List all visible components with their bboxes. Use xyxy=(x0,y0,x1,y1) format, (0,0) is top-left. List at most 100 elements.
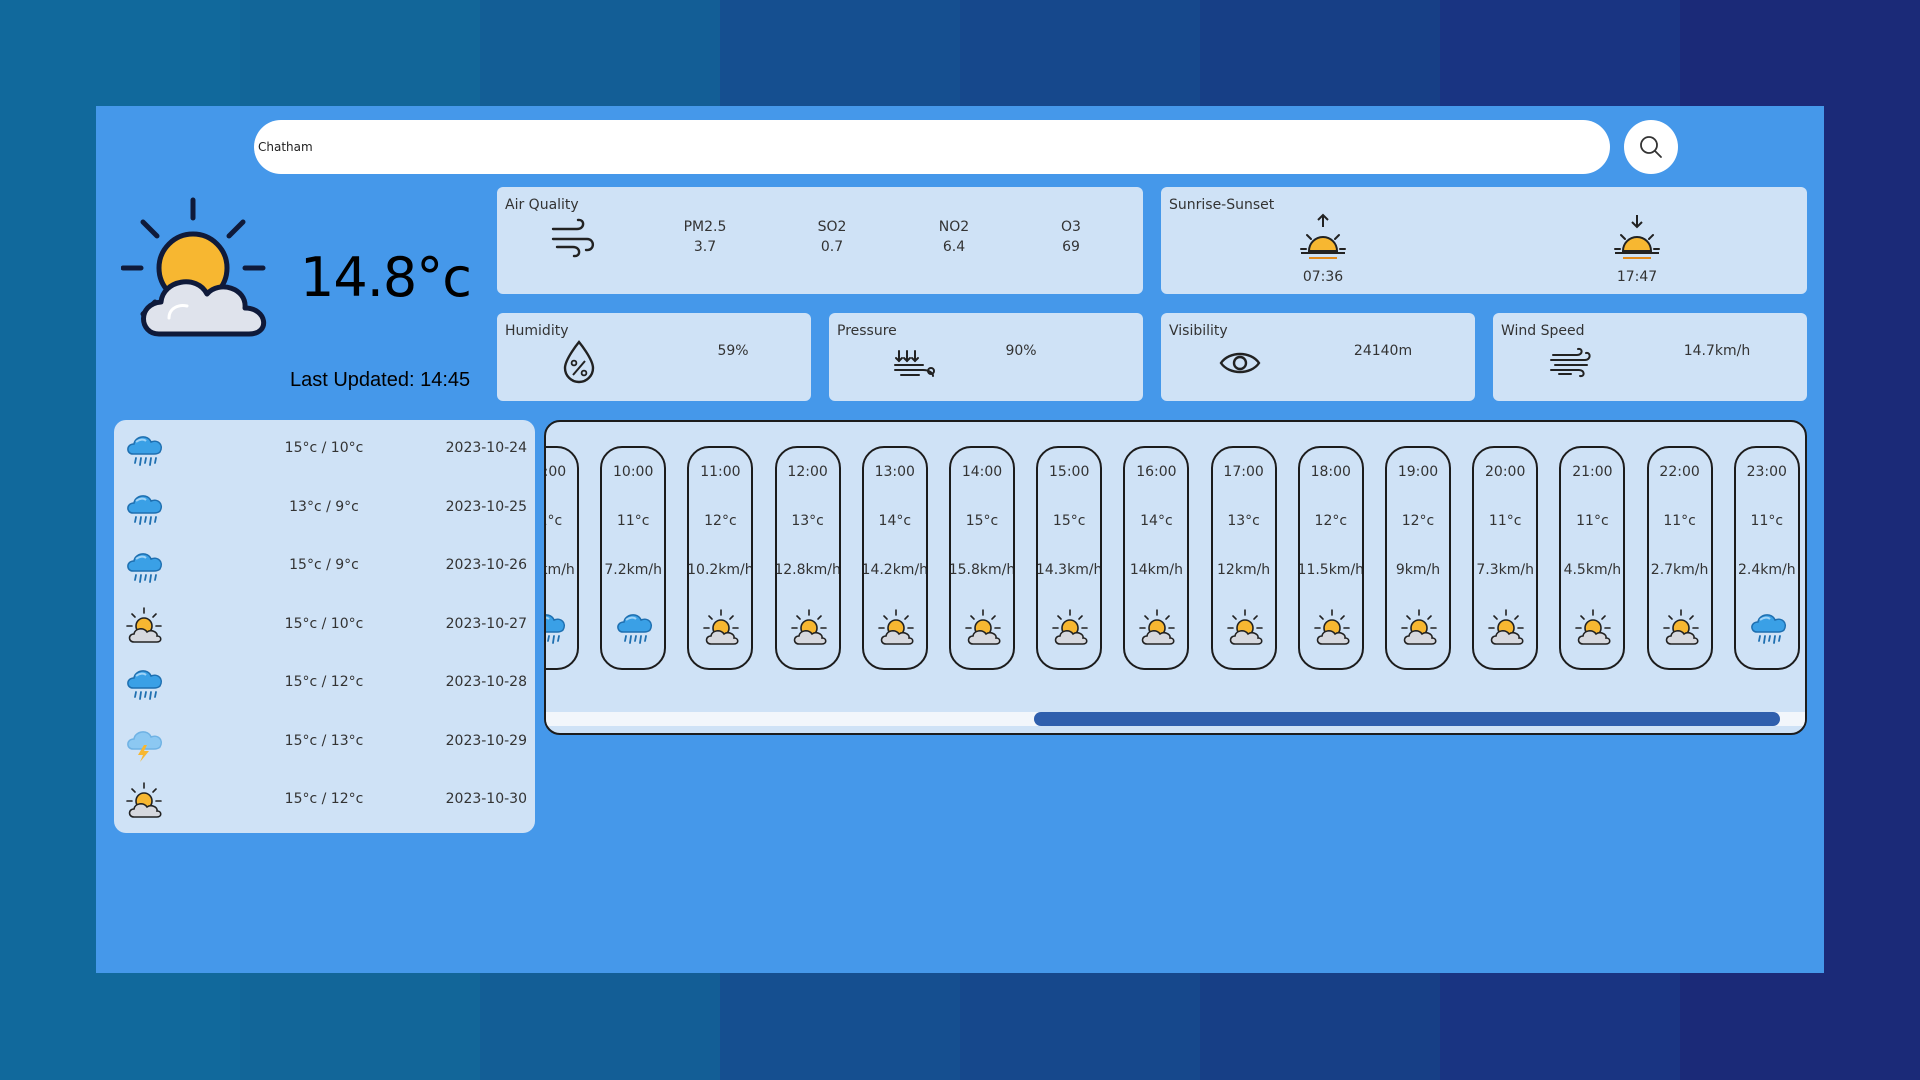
wind-speed-card: Wind Speed 14.7km/h xyxy=(1493,313,1807,401)
partly-sunny-icon xyxy=(789,608,831,648)
eye-icon xyxy=(1219,352,1261,374)
humidity-title: Humidity xyxy=(505,323,569,339)
aq-pm25: PM2.5 3.7 xyxy=(665,217,745,257)
daily-date: 2023-10-24 xyxy=(445,440,527,456)
hourly-card: 20:00 11°c 7.3km/h xyxy=(1472,446,1539,670)
hourly-time: 21:00 xyxy=(1572,464,1613,480)
hourly-wind: 7.2km/h xyxy=(604,562,662,578)
hourly-temp: 14°c xyxy=(1140,513,1173,529)
current-temperature: 14.8°c xyxy=(300,246,472,309)
visibility-card: Visibility 24140m xyxy=(1161,313,1475,401)
daily-temp-range: 15°c / 10°c xyxy=(284,440,364,456)
hourly-time: 12:00 xyxy=(787,464,828,480)
hourly-card: 19:00 12°c 9km/h xyxy=(1385,446,1451,670)
daily-forecast: 15°c / 10°c 2023-10-24 13°c / 9°c 2023-10-2… xyxy=(114,420,535,833)
hourly-time: 16:00 xyxy=(1136,464,1177,480)
hourly-wind: 14km/h xyxy=(1129,562,1183,578)
hourly-temp: 11°c xyxy=(1750,513,1784,529)
daily-date: 2023-10-29 xyxy=(445,732,527,749)
humidity-drop-icon xyxy=(563,340,595,384)
daily-temp-range: 15°c / 12°c xyxy=(284,674,364,690)
rain-icon xyxy=(124,547,166,585)
partly-sunny-icon xyxy=(1050,608,1092,648)
sunrise-sunset-title: Sunrise-Sunset xyxy=(1169,197,1275,213)
hourly-wind: 12.8km/h xyxy=(774,562,841,578)
daily-row: 13°c / 9°c 2023-10-25 xyxy=(114,487,535,527)
hourly-time: 15:00 xyxy=(1049,464,1090,480)
daily-temp-range: 15°c / 9°c xyxy=(289,557,359,573)
hourly-wind: 9km/h xyxy=(1395,562,1441,578)
daily-temp-range: 15°c / 10°c xyxy=(284,615,364,632)
pressure-title: Pressure xyxy=(837,323,897,339)
rain-icon xyxy=(614,608,656,648)
hourly-card: 09:00 11°c 6.8km/h xyxy=(546,446,579,670)
partly-sunny-icon xyxy=(1661,608,1703,648)
aq-o3-value: 69 xyxy=(1062,239,1080,255)
hourly-wind: 15.8km/h xyxy=(949,562,1015,578)
aq-o3-label: O3 xyxy=(1061,219,1081,235)
rain-icon xyxy=(546,608,569,648)
hourly-wind: 10.2km/h xyxy=(687,562,754,578)
hourly-time: 10:00 xyxy=(613,464,654,480)
rain-icon xyxy=(124,430,166,468)
daily-row: 15°c / 10°c 2023-10-24 xyxy=(114,428,535,468)
hourly-wind: 4.5km/h xyxy=(1563,562,1622,578)
hourly-temp: 13°c xyxy=(1227,513,1260,529)
hourly-card: 21:00 11°c 4.5km/h xyxy=(1559,446,1626,670)
hourly-wind: 14.3km/h xyxy=(1036,562,1103,578)
storm-icon xyxy=(124,723,166,762)
hourly-card: 17:00 13°c 12km/h xyxy=(1210,446,1277,670)
hourly-temp: 11°c xyxy=(1576,513,1609,529)
partly-sunny-icon xyxy=(124,781,166,819)
rain-icon xyxy=(124,489,166,527)
hourly-temp: 11°c xyxy=(1663,513,1696,529)
hourly-card: 22:00 11°c 2.7km/h xyxy=(1646,446,1713,670)
pressure-value: 90% xyxy=(1005,343,1037,359)
hourly-card: 11:00 12°c 10.2km/h xyxy=(687,446,754,670)
daily-row: 15°c / 12°c 2023-10-28 xyxy=(114,662,535,702)
search-button[interactable] xyxy=(1624,120,1678,174)
search-input[interactable] xyxy=(254,120,1610,174)
aq-no2-label: NO2 xyxy=(938,219,970,235)
hourly-wind: 11.5km/h xyxy=(1297,562,1364,578)
hourly-time: 14:00 xyxy=(961,464,1003,480)
hourly-temp: 13°c xyxy=(791,513,824,529)
daily-row: 15°c / 10°c 2023-10-27 xyxy=(114,604,535,644)
aq-no2-value: 6.4 xyxy=(942,239,966,255)
rain-icon xyxy=(1748,608,1790,648)
hourly-temp: 15°c xyxy=(965,513,999,529)
hourly-time: 17:00 xyxy=(1223,464,1264,480)
wind-speed-value: 14.7km/h xyxy=(1683,343,1751,359)
humidity-value: 59% xyxy=(717,343,749,359)
hourly-scrollbar-thumb[interactable] xyxy=(1034,712,1780,726)
wind-speed-title: Wind Speed xyxy=(1501,323,1585,339)
hourly-time: 19:00 xyxy=(1397,464,1439,480)
hourly-card: 10:00 11°c 7.2km/h xyxy=(600,446,667,670)
air-quality-title: Air Quality xyxy=(505,197,579,213)
hourly-time: 18:00 xyxy=(1310,464,1351,480)
hourly-wind: 7.3km/h xyxy=(1476,562,1534,578)
daily-date: 2023-10-30 xyxy=(445,791,527,807)
last-updated: Last Updated: 14:45 xyxy=(290,369,471,391)
aq-so2: SO2 0.7 xyxy=(792,217,872,257)
hourly-card: 23:00 11°c 2.4km/h xyxy=(1733,446,1800,670)
aq-so2-label: SO2 xyxy=(817,219,847,235)
partly-sunny-icon xyxy=(1137,608,1179,648)
daily-date: 2023-10-26 xyxy=(445,557,527,573)
hourly-time: 22:00 xyxy=(1659,464,1700,480)
search-icon xyxy=(1640,136,1662,158)
aq-o3: O3 69 xyxy=(1031,217,1111,257)
partly-sunny-icon xyxy=(1225,608,1267,648)
visibility-title: Visibility xyxy=(1169,323,1228,339)
aq-pm25-value: 3.7 xyxy=(693,239,717,255)
hourly-wind: 2.4km/h xyxy=(1737,562,1796,578)
hourly-wind: 14.2km/h xyxy=(861,562,928,578)
daily-temp-range: 15°c / 12°c xyxy=(284,791,364,807)
hourly-card: 16:00 14°c 14km/h xyxy=(1123,446,1190,670)
hourly-wind: 12km/h xyxy=(1217,562,1271,578)
humidity-card: Humidity 59% xyxy=(497,313,811,401)
partly-sunny-icon xyxy=(701,608,743,648)
partly-sunny-icon xyxy=(876,608,918,648)
hourly-card: 13:00 14°c 14.2km/h xyxy=(861,446,928,670)
sunset-icon xyxy=(1614,215,1660,259)
